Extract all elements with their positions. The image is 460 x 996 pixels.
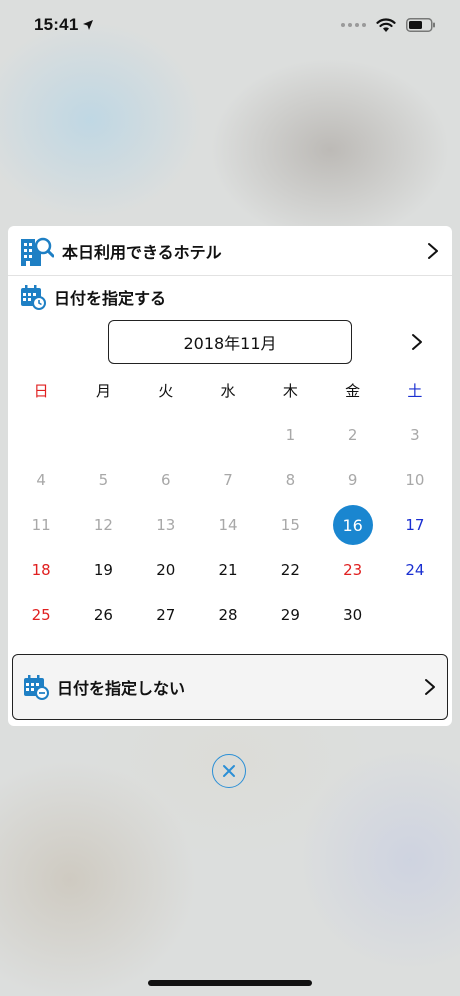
specify-date-label: 日付を指定する xyxy=(54,289,167,308)
battery-icon xyxy=(406,18,435,32)
calendar-week: 18 19 20 21 22 23 24 xyxy=(10,548,450,592)
status-time-label: 15:41 xyxy=(34,15,79,34)
calendar-week: 25 26 27 28 29 30 xyxy=(10,593,450,637)
calendar-day-past: 13 xyxy=(156,516,176,534)
weekday-fri: 金 xyxy=(345,381,361,400)
calendar-day-past: 12 xyxy=(93,516,113,534)
weekday-tue: 火 xyxy=(158,381,174,400)
chevron-right-icon xyxy=(425,679,435,695)
weekday-header: 日 月 火 水 木 金 土 xyxy=(10,378,450,402)
close-button[interactable] xyxy=(212,754,246,788)
calendar-day[interactable]: 30 xyxy=(321,593,383,637)
calendar-week: 4 5 6 7 8 9 10 xyxy=(10,458,450,502)
chevron-right-icon xyxy=(412,334,422,350)
weekday-sun: 日 xyxy=(33,381,49,400)
calendar-day[interactable]: 27 xyxy=(135,593,197,637)
next-month-button[interactable] xyxy=(410,332,424,352)
calendar-day-past: 10 xyxy=(405,471,425,489)
calendar-day-empty xyxy=(197,413,259,457)
calendar-day[interactable]: 21 xyxy=(197,548,259,592)
status-time: 15:41 xyxy=(34,15,94,35)
specify-date-heading: 日付を指定する xyxy=(20,284,166,310)
calendar-day[interactable]: 28 xyxy=(197,593,259,637)
calendar-day[interactable]: 17 xyxy=(384,503,446,547)
no-date-button[interactable]: 日付を指定しない xyxy=(12,654,448,720)
close-icon xyxy=(223,765,235,777)
available-hotels-today-row[interactable]: 本日利用できるホテル xyxy=(8,226,452,276)
calendar-day-empty xyxy=(384,593,446,637)
calendar-day-holiday[interactable]: 23 xyxy=(321,548,383,592)
selected-day-marker: 16 xyxy=(332,505,373,545)
weekday-wed: 水 xyxy=(220,381,236,400)
calendar-day-past: 4 xyxy=(36,471,46,489)
location-arrow-icon xyxy=(83,20,94,30)
calendar-day[interactable]: 20 xyxy=(135,548,197,592)
calendar-day-past: 5 xyxy=(98,471,109,489)
signal-dots-icon xyxy=(341,23,366,27)
calendar-minus-icon xyxy=(24,675,49,700)
calendar-day-past: 7 xyxy=(223,471,233,489)
hotel-search-icon xyxy=(21,237,54,266)
month-selector[interactable]: 2018年11月 xyxy=(108,320,352,364)
wifi-icon xyxy=(376,17,396,32)
calendar-day[interactable]: 25 xyxy=(10,593,72,637)
calendar-day[interactable]: 19 xyxy=(72,548,134,592)
calendar-day-past: 2 xyxy=(347,426,358,444)
calendar-day-past: 15 xyxy=(280,516,300,534)
calendar-day[interactable]: 24 xyxy=(384,548,446,592)
calendar-day-past: 11 xyxy=(31,516,51,534)
calendar-day-empty xyxy=(72,413,134,457)
available-hotels-today-label: 本日利用できるホテル xyxy=(62,242,222,262)
status-bar: 15:41 xyxy=(0,0,460,50)
calendar-day-past: 8 xyxy=(285,471,296,489)
calendar-clock-icon xyxy=(21,285,46,310)
calendar-day[interactable]: 26 xyxy=(72,593,134,637)
chevron-right-icon xyxy=(428,242,438,259)
weekday-thu: 木 xyxy=(282,381,298,400)
calendar-week: 1 2 3 xyxy=(10,413,450,457)
calendar-day[interactable]: 18 xyxy=(10,548,72,592)
calendar-day-past: 6 xyxy=(160,471,171,489)
calendar-day[interactable]: 22 xyxy=(259,548,321,592)
no-date-label: 日付を指定しない xyxy=(57,679,186,698)
status-indicators xyxy=(341,17,436,33)
calendar-week: 11 12 13 14 15 16 17 xyxy=(10,503,450,547)
calendar-day-past: 14 xyxy=(218,516,238,534)
weekday-mon: 月 xyxy=(95,381,111,400)
calendar-day-empty xyxy=(10,413,72,457)
calendar-day-past: 1 xyxy=(285,426,296,444)
date-picker-card: 本日利用できるホテル 日付を指定する 2018年11月 日 月 火 水 木 金 … xyxy=(8,226,452,726)
calendar-day-selected[interactable]: 16 xyxy=(321,503,383,547)
home-indicator[interactable] xyxy=(148,980,312,986)
month-label: 2018年11月 xyxy=(183,334,277,353)
calendar-day-past: 3 xyxy=(410,426,420,444)
weekday-sat: 土 xyxy=(407,381,423,400)
calendar-day[interactable]: 29 xyxy=(259,593,321,637)
calendar-day-empty xyxy=(135,413,197,457)
calendar-day-past: 9 xyxy=(347,471,358,489)
